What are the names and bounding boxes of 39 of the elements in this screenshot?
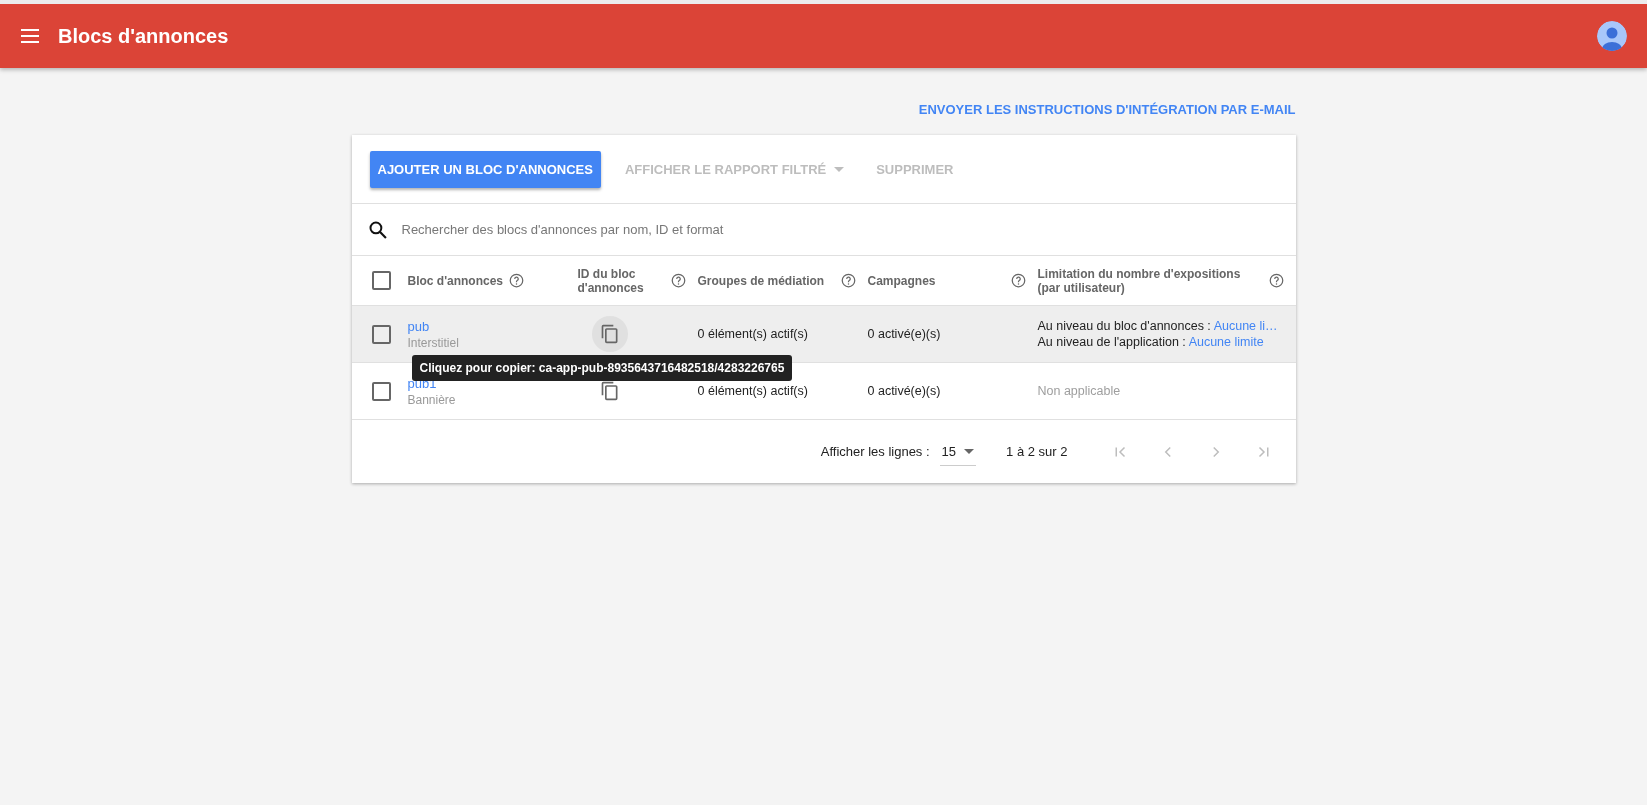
- help-icon[interactable]: [1010, 273, 1026, 288]
- help-icon[interactable]: [1268, 273, 1284, 288]
- table-cell: Non applicable: [1037, 384, 1121, 398]
- page-title: Blocs d'annonces: [58, 24, 230, 48]
- add-ad-unit-button[interactable]: AJOUTER UN BLOC D'ANNONCES: [369, 150, 601, 188]
- table-cell: 0 élément(s) actif(s): [697, 384, 808, 398]
- copy-icon: [599, 324, 620, 344]
- help-icon[interactable]: [509, 273, 525, 288]
- help-icon[interactable]: [840, 273, 856, 288]
- caret-icon: [834, 166, 845, 172]
- page-range-text: 1 à 2 sur 2: [1006, 444, 1068, 459]
- column-header: Groupes de médiation: [697, 273, 825, 288]
- menu-icon[interactable]: [20, 28, 40, 44]
- checkbox[interactable]: [371, 271, 391, 290]
- column-header: Limitation du nombre d'expositions (par utilisateur): [1037, 266, 1242, 295]
- copy-tooltip: Cliquez pour copier: ca-app-pub-8935643716482518/4283226765: [411, 355, 793, 381]
- column-header: Bloc d'annonces: [407, 273, 504, 288]
- help-icon[interactable]: [670, 273, 686, 288]
- rows-per-page-select[interactable]: 15: [939, 437, 977, 466]
- cap-value-link[interactable]: Aucune li…: [1213, 319, 1278, 333]
- ad-unit-name-link[interactable]: pub: [407, 318, 459, 334]
- copy-icon: [599, 381, 620, 401]
- table-cell: 0 activé(e)(s): [867, 327, 941, 341]
- ad-format-text: Bannière: [407, 392, 456, 407]
- rows-per-page-label: Afficher les lignes :: [820, 444, 930, 459]
- email-instructions-link[interactable]: ENVOYER LES INSTRUCTIONS D'INTÉGRATION PAR E-MAIL: [918, 102, 1296, 117]
- checkbox[interactable]: [371, 381, 391, 401]
- column-header: Campagnes: [867, 273, 936, 288]
- frequency-cap-text: Au niveau du bloc d'annonces : Aucune li…: [1037, 319, 1278, 333]
- table-cell: 0 élément(s) actif(s): [697, 327, 808, 341]
- table-cell: 0 activé(e)(s): [867, 384, 941, 398]
- column-header: ID du bloc d'annonces: [577, 266, 645, 295]
- ad-format-text: Interstitiel: [407, 335, 459, 350]
- frequency-cap-text: Au niveau de l'application : Aucune limite: [1037, 335, 1265, 349]
- checkbox[interactable]: [371, 324, 391, 344]
- cap-value-link[interactable]: Aucune limite: [1188, 335, 1264, 349]
- search-icon: [367, 219, 388, 240]
- avatar-icon[interactable]: [1597, 21, 1627, 51]
- caret-icon: [964, 448, 975, 454]
